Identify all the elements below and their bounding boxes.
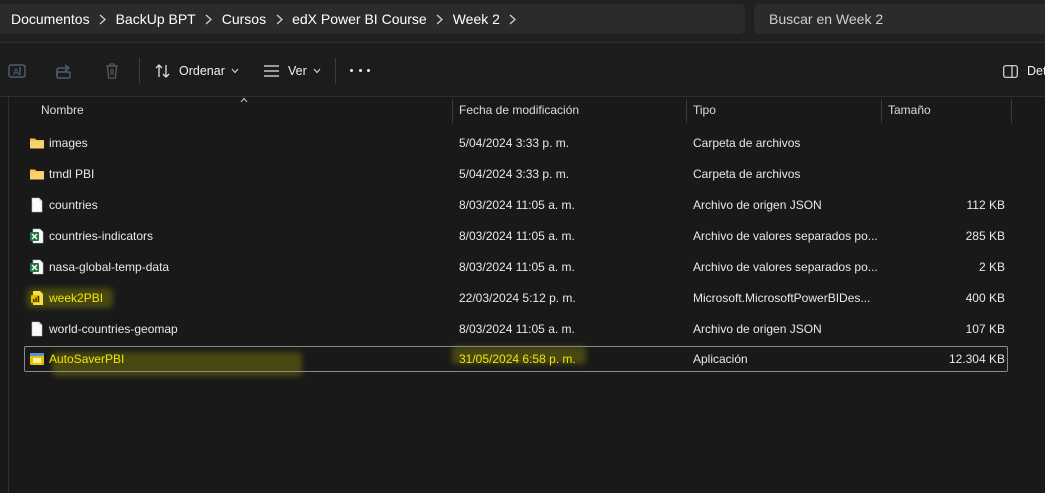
file-type: Archivo de origen JSON <box>693 198 822 212</box>
file-date: 8/03/2024 11:05 a. m. <box>459 260 575 274</box>
chevron-right-icon[interactable] <box>196 14 222 25</box>
chevron-down-icon <box>231 68 239 74</box>
column-header-type[interactable]: Tipo <box>693 99 716 123</box>
json-file-icon <box>31 197 43 213</box>
column-header-row: Nombre Fecha de modificación Tipo Tamaño <box>24 99 1014 123</box>
file-name: week2PBI <box>49 291 104 305</box>
details-pane-button[interactable]: Det <box>1003 59 1045 83</box>
sort-button-label: Ordenar <box>179 64 225 78</box>
sort-arrows-icon <box>155 64 170 78</box>
address-bar-row: Documentos BackUp BPT Cursos edX Power B… <box>0 0 1045 42</box>
file-size: 112 KB <box>966 198 1005 212</box>
file-type: Carpeta de archivos <box>693 167 801 181</box>
list-item[interactable]: tmdl PBI 5/04/2024 3:33 p. m. Carpeta de… <box>24 161 1008 187</box>
excel-csv-icon <box>30 228 44 244</box>
file-name: countries-indicators <box>49 229 154 243</box>
file-size: 107 KB <box>965 322 1005 336</box>
file-size: 285 KB <box>965 229 1005 243</box>
breadcrumb-item-backup-bpt[interactable]: BackUp BPT <box>116 11 196 27</box>
json-file-icon <box>31 321 43 337</box>
file-size: 12.304 KB <box>948 352 1005 366</box>
file-type: Aplicación <box>693 352 748 366</box>
file-date: 31/05/2024 6:58 p. m. <box>459 352 576 366</box>
list-item-selected[interactable]: AutoSaverPBI 31/05/2024 6:58 p. m. Aplic… <box>24 346 1008 372</box>
folder-icon <box>30 169 44 180</box>
breadcrumb-item-edx-power-bi-course[interactable]: edX Power BI Course <box>292 11 427 27</box>
toolbar-divider <box>139 58 140 84</box>
chevron-down-icon <box>313 68 321 74</box>
list-item[interactable]: countries 8/03/2024 11:05 a. m. Archivo … <box>24 192 1008 218</box>
list-item[interactable]: images 5/04/2024 3:33 p. m. Carpeta de a… <box>24 130 1008 156</box>
column-header-size[interactable]: Tamaño <box>888 99 931 123</box>
file-date: 8/03/2024 11:05 a. m. <box>459 229 575 243</box>
file-type: Carpeta de archivos <box>693 136 801 150</box>
chevron-right-icon[interactable] <box>90 14 116 25</box>
chevron-right-icon[interactable] <box>500 14 526 25</box>
search-input[interactable] <box>754 4 1045 34</box>
details-pane-label: Det <box>1027 64 1045 78</box>
file-name: images <box>49 136 88 150</box>
sort-button[interactable]: Ordenar <box>155 59 239 83</box>
view-button-label: Ver <box>288 64 307 78</box>
column-divider[interactable] <box>686 99 687 123</box>
details-pane-icon <box>1003 64 1018 78</box>
file-date: 5/04/2024 3:33 p. m. <box>459 167 570 181</box>
more-options-icon[interactable] <box>350 66 370 74</box>
file-name: nasa-global-temp-data <box>49 260 170 274</box>
excel-csv-icon <box>30 259 44 275</box>
file-date: 8/03/2024 11:05 a. m. <box>459 198 575 212</box>
chevron-right-icon[interactable] <box>427 14 453 25</box>
list-item[interactable]: week2PBI 22/03/2024 5:12 p. m. Microsoft… <box>24 285 1008 311</box>
svg-text:A: A <box>13 68 20 78</box>
breadcrumb-item-week-2[interactable]: Week 2 <box>453 11 500 27</box>
navigation-pane-edge <box>8 97 9 493</box>
rename-icon[interactable]: A <box>7 61 27 81</box>
list-item[interactable]: world-countries-geomap 8/03/2024 11:05 a… <box>24 316 1008 342</box>
file-type: Microsoft.MicrosoftPowerBIDes... <box>693 291 871 305</box>
file-size: 400 KB <box>965 291 1005 305</box>
file-type: Archivo de valores separados po... <box>693 229 878 243</box>
file-name: tmdl PBI <box>49 167 95 181</box>
file-size: 2 KB <box>978 260 1005 274</box>
file-size <box>905 131 1005 155</box>
column-header-name[interactable]: Nombre <box>41 99 84 123</box>
toolbar-divider <box>335 58 336 84</box>
file-type: Archivo de origen JSON <box>693 322 822 336</box>
column-divider[interactable] <box>881 99 882 123</box>
chevron-right-icon[interactable] <box>266 14 292 25</box>
breadcrumb-item-documentos[interactable]: Documentos <box>0 11 90 27</box>
folder-icon <box>30 138 44 149</box>
column-divider[interactable] <box>1011 99 1012 123</box>
file-name: countries <box>49 198 98 212</box>
share-icon[interactable] <box>54 61 74 81</box>
view-button[interactable]: Ver <box>263 59 321 83</box>
application-icon <box>30 353 44 365</box>
column-divider[interactable] <box>452 99 453 123</box>
command-bar: A Ordenar Ver Det <box>0 42 1045 97</box>
list-item[interactable]: countries-indicators 8/03/2024 11:05 a. … <box>24 223 1008 249</box>
file-type: Archivo de valores separados po... <box>693 260 878 274</box>
file-name: AutoSaverPBI <box>49 352 125 366</box>
file-name: world-countries-geomap <box>49 322 178 336</box>
list-item[interactable]: nasa-global-temp-data 8/03/2024 11:05 a.… <box>24 254 1008 280</box>
file-date: 22/03/2024 5:12 p. m. <box>459 291 576 305</box>
powerbi-file-icon <box>31 291 43 305</box>
column-header-date[interactable]: Fecha de modificación <box>459 99 579 123</box>
breadcrumb[interactable]: Documentos BackUp BPT Cursos edX Power B… <box>0 4 745 34</box>
delete-icon[interactable] <box>102 61 122 81</box>
file-size <box>905 162 1005 186</box>
view-lines-icon <box>264 65 279 77</box>
breadcrumb-item-cursos[interactable]: Cursos <box>222 11 266 27</box>
file-date: 8/03/2024 11:05 a. m. <box>459 322 575 336</box>
file-date: 5/04/2024 3:33 p. m. <box>459 136 570 150</box>
